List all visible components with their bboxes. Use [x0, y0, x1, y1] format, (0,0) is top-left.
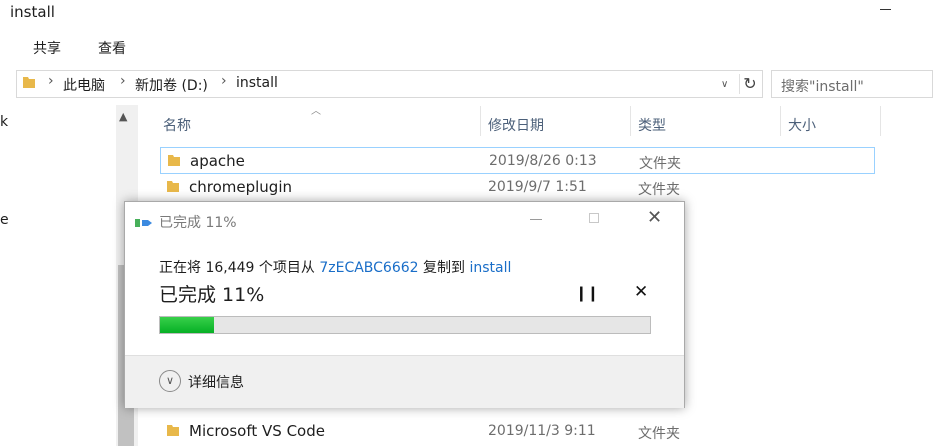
close-button[interactable]: ✕ [647, 207, 662, 228]
sort-ascending-icon: ︿ [311, 106, 321, 117]
folder-icon [168, 155, 180, 166]
window-title: install [10, 3, 55, 21]
table-row[interactable]: chromeplugin 2019/9/7 1:51 文件夹 [160, 174, 875, 201]
copy-description: 正在将 16,449 个项目从 7zECABC6662 复制到 install [159, 257, 511, 277]
file-name: Microsoft VS Code [189, 422, 325, 440]
chevron-right-icon[interactable]: › [120, 73, 126, 89]
folder-icon [23, 77, 35, 88]
dialog-title: 已完成 11% [159, 215, 237, 231]
tab-view[interactable]: 查看 [98, 38, 126, 58]
folder-icon [167, 181, 179, 192]
folder-icon [167, 425, 179, 436]
tab-share[interactable]: 共享 [33, 38, 61, 58]
table-row[interactable]: Microsoft VS Code 2019/11/3 9:11 文件夹 [160, 418, 875, 445]
column-divider[interactable] [480, 106, 481, 136]
file-date: 2019/9/7 1:51 [488, 179, 587, 195]
source-link[interactable]: 7zECABC6662 [319, 260, 418, 276]
file-date: 2019/8/26 0:13 [489, 153, 597, 169]
cancel-button[interactable]: ✕ [634, 282, 648, 302]
column-divider[interactable] [780, 106, 781, 136]
breadcrumb-drive-d[interactable]: 新加卷 (D:) [135, 75, 208, 95]
chevron-right-icon[interactable]: › [221, 73, 227, 89]
pause-button[interactable]: ❙❙ [575, 284, 599, 302]
copy-description-prefix: 正在将 16,449 个项目从 [159, 260, 320, 276]
address-bar[interactable] [16, 70, 763, 98]
destination-link[interactable]: install [469, 260, 511, 276]
copy-progress-dialog: 已完成 11% ✕ 正在将 16,449 个项目从 7zECABC6662 复制… [124, 201, 685, 408]
column-name-header[interactable]: 名称 [163, 115, 191, 135]
file-type: 文件夹 [639, 156, 681, 172]
minimize-button[interactable] [530, 219, 542, 220]
nav-item[interactable]: e [0, 212, 9, 228]
scroll-up-icon[interactable]: ▲ [119, 110, 127, 123]
breadcrumb-this-pc[interactable]: 此电脑 [63, 75, 105, 95]
chevron-right-icon[interactable]: › [48, 73, 54, 89]
file-date: 2019/11/3 9:11 [488, 423, 596, 439]
more-details-button[interactable]: 详细信息 [188, 372, 244, 392]
column-size-header[interactable]: 大小 [788, 115, 816, 135]
nav-item[interactable]: k [0, 114, 8, 130]
breadcrumb-install[interactable]: install [236, 75, 278, 91]
refresh-icon[interactable]: ↻ [739, 74, 760, 94]
file-type: 文件夹 [638, 426, 680, 442]
column-divider[interactable] [880, 106, 881, 136]
file-name: chromeplugin [189, 178, 293, 196]
file-name: apache [190, 152, 245, 170]
progress-status: 已完成 11% [159, 284, 265, 306]
table-row[interactable]: apache 2019/8/26 0:13 文件夹 [160, 147, 875, 174]
file-type: 文件夹 [638, 182, 680, 198]
search-input[interactable]: 搜索"install" [771, 70, 933, 98]
copy-icon [135, 219, 152, 227]
column-divider[interactable] [630, 106, 631, 136]
maximize-button[interactable] [880, 9, 891, 10]
chevron-down-icon[interactable]: ∨ [159, 370, 181, 392]
progress-fill [160, 317, 214, 333]
column-type-header[interactable]: 类型 [638, 115, 666, 135]
column-date-header[interactable]: 修改日期 [488, 115, 544, 135]
chevron-down-icon[interactable]: ∨ [721, 79, 728, 90]
maximize-button[interactable] [589, 213, 599, 223]
copy-description-mid: 复制到 [418, 260, 470, 276]
progress-bar [159, 316, 651, 334]
